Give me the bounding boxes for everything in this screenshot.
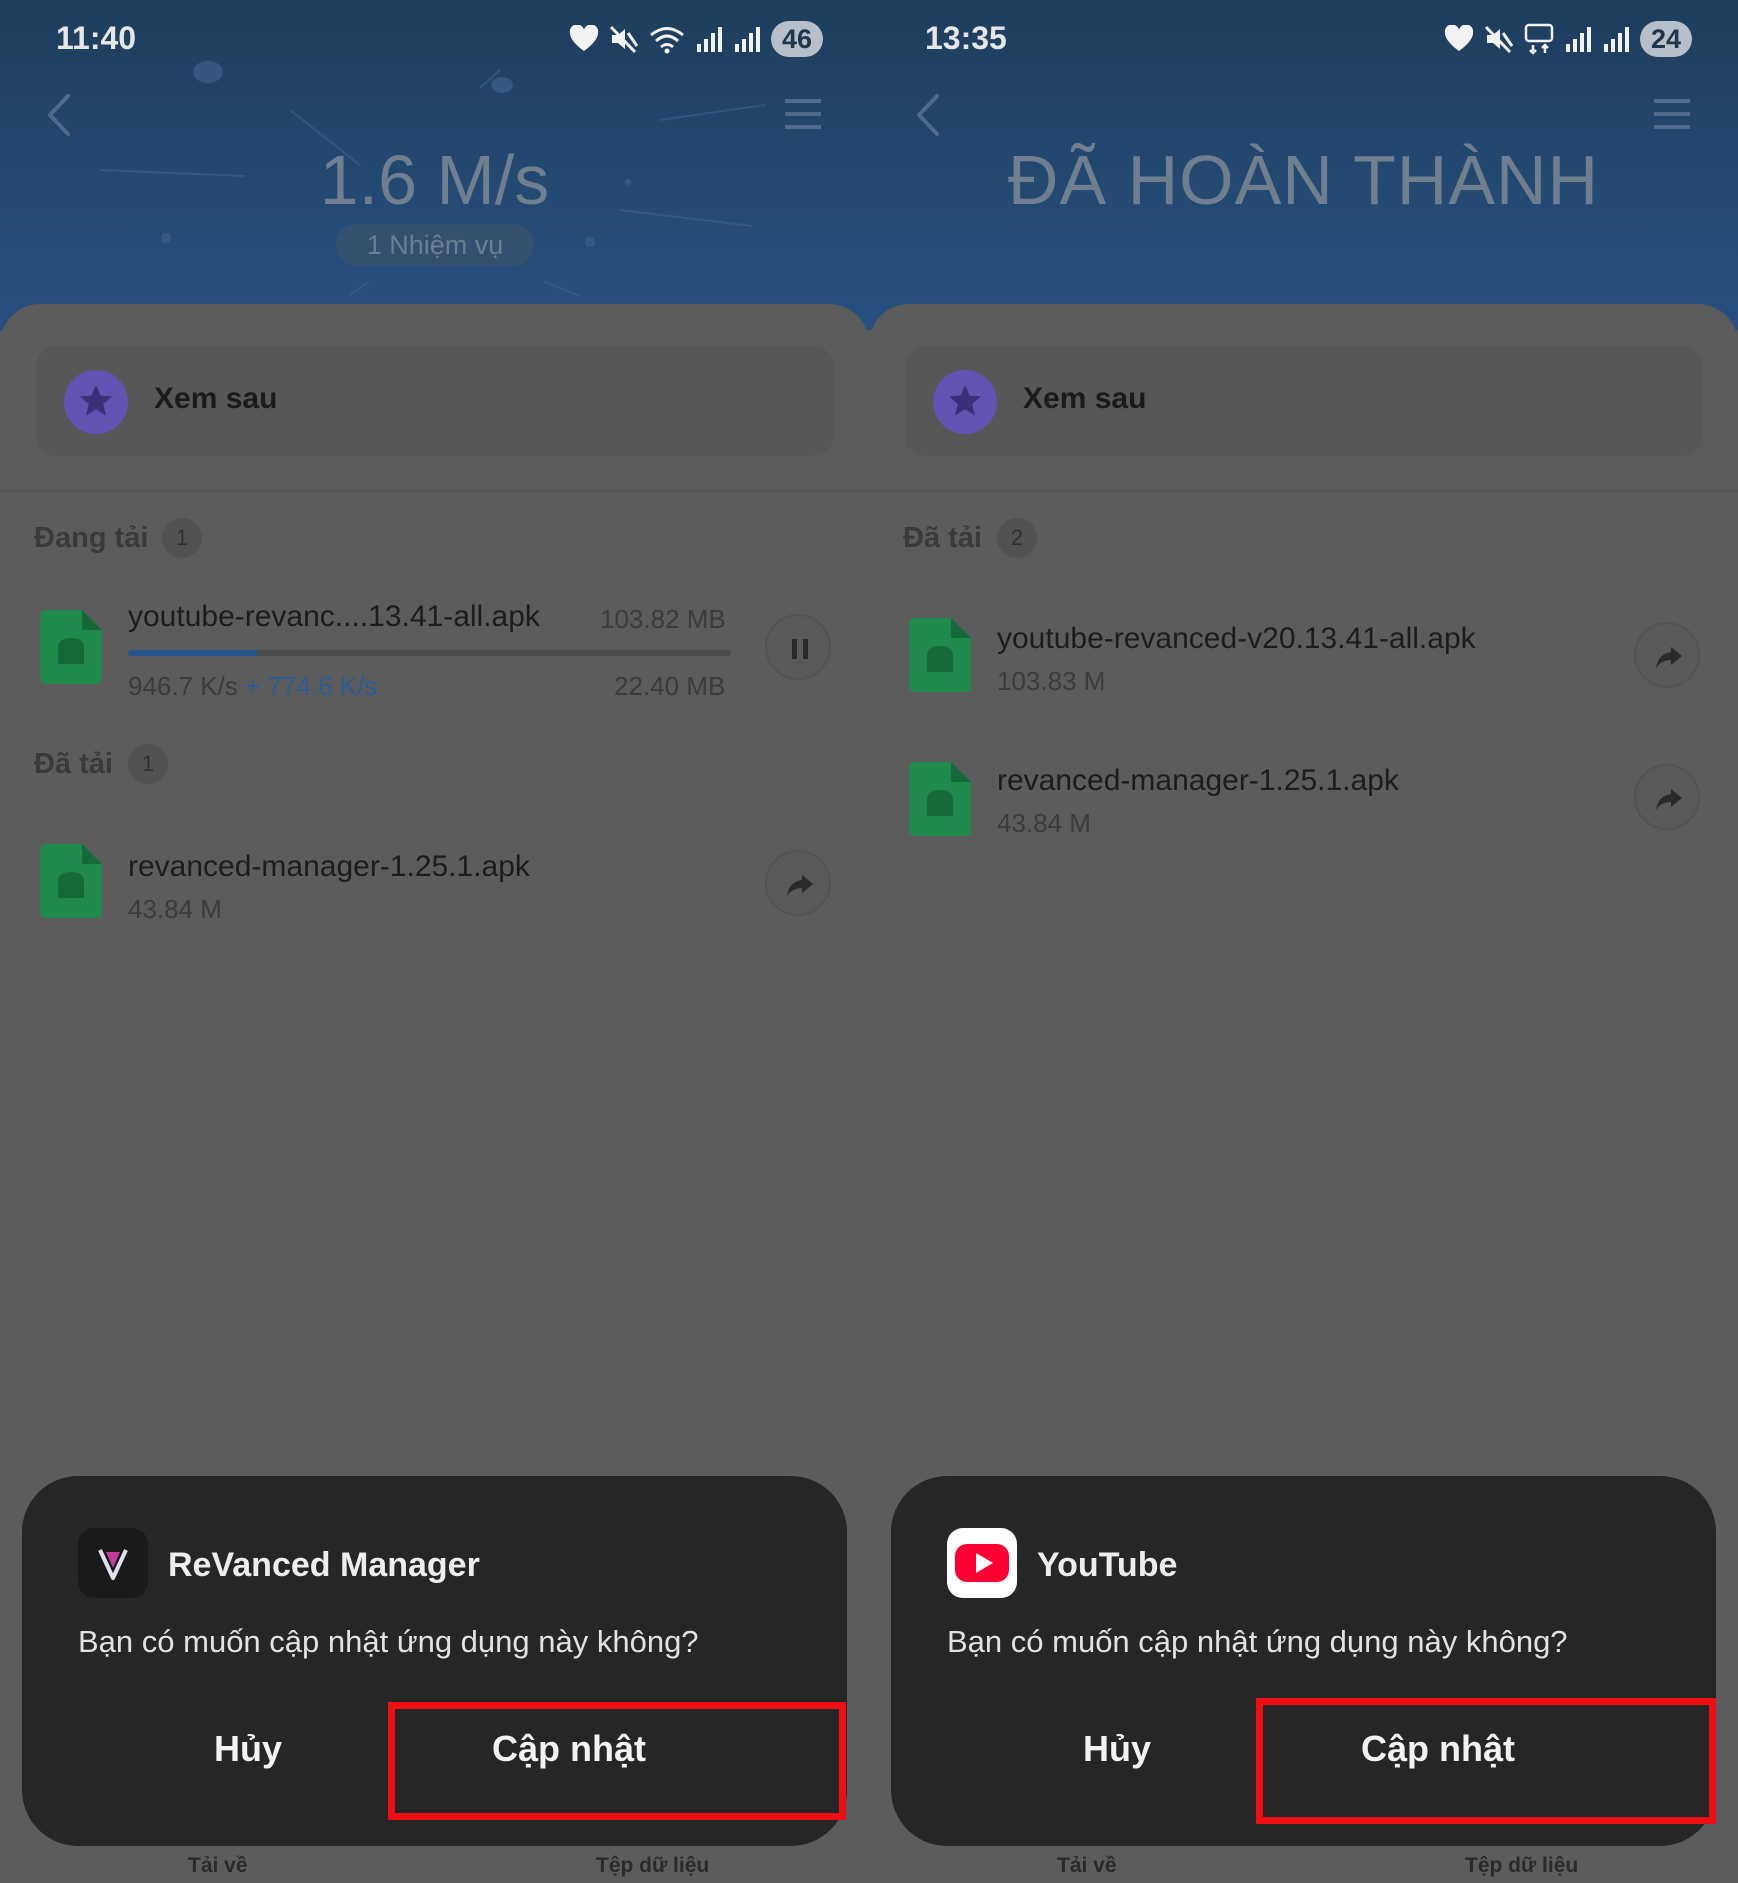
signal-icon	[697, 27, 722, 52]
star-icon	[933, 370, 997, 434]
dialog-message: Bạn có muốn cập nhật ứng dụng này không?	[78, 1624, 699, 1659]
dialog-app-name: ReVanced Manager	[168, 1546, 480, 1584]
download-screen-right: 13:35 24 ĐÃ HOÀN THÀNH Xem sau Đã tải 2	[869, 0, 1738, 1883]
youtube-icon	[947, 1528, 1017, 1598]
mute-icon	[1484, 25, 1514, 54]
watch-later-card[interactable]: Xem sau	[36, 346, 834, 456]
heart-icon	[569, 25, 599, 51]
task-count-pill[interactable]: 1 Nhiệm vụ	[336, 224, 534, 266]
back-icon[interactable]	[909, 92, 949, 138]
file-name[interactable]: youtube-revanc....13.41-all.apk	[128, 600, 540, 634]
battery-indicator: 46	[771, 21, 823, 57]
star-icon	[64, 370, 128, 434]
update-button-highlight	[1256, 1698, 1716, 1824]
downloaded-section-title: Đã tải	[34, 748, 113, 780]
file-total-size: 103.82 MB	[600, 604, 726, 634]
download-screen-left: 11:40 46 1.6 M/s 1 Nhiệm vụ Xem sau Đang…	[0, 0, 869, 1883]
download-progress-fill	[128, 650, 259, 656]
share-icon	[1656, 789, 1682, 810]
cancel-button[interactable]: Hủy	[118, 1728, 378, 1770]
share-button[interactable]	[1634, 622, 1700, 688]
speed-header: 11:40 46 1.6 M/s 1 Nhiệm vụ	[0, 0, 869, 330]
dialog-app-name: YouTube	[1037, 1546, 1178, 1584]
cancel-button[interactable]: Hủy	[987, 1728, 1247, 1770]
divider	[869, 490, 1738, 492]
watch-later-label: Xem sau	[154, 382, 278, 415]
file-size: 43.84 M	[128, 894, 222, 924]
status-bar-icons: 46	[569, 20, 823, 58]
watch-later-label: Xem sau	[1023, 382, 1147, 415]
android-file-icon	[40, 844, 102, 918]
download-speed: 1.6 M/s	[319, 141, 550, 219]
revanced-manager-icon	[78, 1528, 148, 1598]
menu-icon[interactable]	[785, 96, 821, 132]
signal-icon	[1604, 27, 1629, 52]
file-size: 43.84 M	[997, 808, 1091, 838]
5g-icon	[1524, 23, 1554, 55]
downloaded-count-badge: 2	[997, 518, 1037, 558]
status-time: 11:40	[56, 20, 137, 56]
update-button-highlight	[388, 1702, 846, 1820]
status-bar-icons: 24	[1444, 20, 1692, 58]
current-speed: 946.7 K/s	[128, 671, 238, 701]
download-speed-line: 946.7 K/s + 774.6 K/s	[128, 671, 377, 702]
share-icon	[1656, 647, 1682, 668]
file-name[interactable]: revanced-manager-1.25.1.apk	[128, 850, 530, 884]
downloaded-section-title: Đã tải	[903, 522, 982, 554]
file-name[interactable]: revanced-manager-1.25.1.apk	[997, 764, 1399, 798]
nav-files[interactable]: Tệp dữ liệu	[596, 1854, 709, 1878]
completed-header: 13:35 24 ĐÃ HOÀN THÀNH	[869, 0, 1738, 330]
downloaded-size: 22.40 MB	[614, 671, 726, 701]
dialog-message: Bạn có muốn cập nhật ứng dụng này không?	[947, 1624, 1568, 1659]
share-icon	[787, 875, 813, 896]
nav-files[interactable]: Tệp dữ liệu	[1465, 1854, 1578, 1878]
pause-icon	[792, 639, 808, 659]
android-file-icon	[909, 618, 971, 692]
share-button[interactable]	[1634, 764, 1700, 830]
share-button[interactable]	[765, 850, 831, 916]
downloading-count-badge: 1	[162, 518, 202, 558]
status-time: 13:35	[925, 20, 1007, 56]
downloading-section-title: Đang tải	[34, 522, 149, 554]
wifi-icon	[650, 27, 684, 54]
signal-icon	[735, 27, 760, 52]
nav-downloads[interactable]: Tải về	[188, 1854, 248, 1878]
boost-speed: + 774.6 K/s	[245, 671, 378, 701]
watch-later-card[interactable]: Xem sau	[905, 346, 1703, 456]
android-file-icon	[40, 610, 102, 684]
downloaded-count-badge: 1	[128, 744, 168, 784]
back-icon[interactable]	[40, 92, 80, 138]
file-size: 103.83 M	[997, 666, 1106, 696]
download-progress-bar	[128, 650, 731, 656]
menu-icon[interactable]	[1654, 96, 1690, 132]
mute-icon	[609, 25, 639, 54]
nav-downloads[interactable]: Tải về	[1057, 1854, 1117, 1878]
file-name[interactable]: youtube-revanced-v20.13.41-all.apk	[997, 622, 1476, 656]
heart-icon	[1444, 25, 1474, 51]
divider	[0, 490, 869, 492]
signal-icon	[1566, 27, 1591, 52]
android-file-icon	[909, 762, 971, 836]
battery-indicator: 24	[1640, 21, 1692, 57]
completed-title: ĐÃ HOÀN THÀNH	[1007, 141, 1600, 219]
pause-button[interactable]	[765, 614, 831, 680]
